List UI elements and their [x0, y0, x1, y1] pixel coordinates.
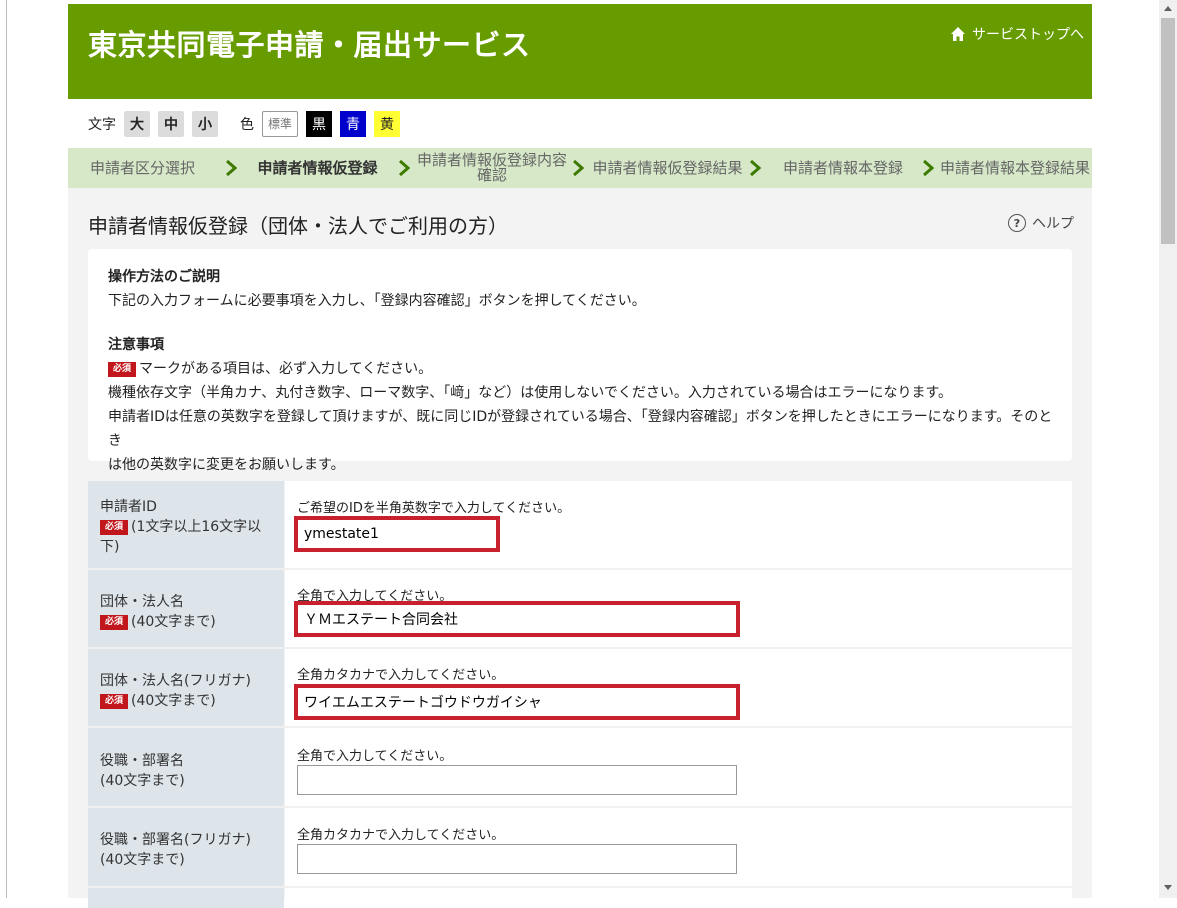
caution-line-4: は他の英数字に変更をお願いします。 [108, 457, 345, 473]
color-black-button[interactable]: 黒 [306, 110, 332, 137]
field-label: 団体・法人名(フリガナ) [100, 673, 251, 689]
caution-title: 注意事項 [108, 337, 164, 353]
field-input-cell: ご希望のIDを半角英数字で入力してください。 [285, 481, 1072, 568]
form-row-department-kana: 役職・部署名(フリガナ) (40文字まで) 全角カタカナで入力してください。 [88, 808, 1072, 886]
font-large-button[interactable]: 大 [124, 110, 150, 137]
home-icon [951, 27, 965, 41]
chevron-right-icon [750, 160, 761, 176]
form-row-next [88, 888, 1072, 908]
step-applicant-type: 申請者区分選択 [89, 158, 195, 177]
font-size-label: 文字 [88, 116, 116, 133]
font-medium-button[interactable]: 中 [158, 110, 184, 137]
field-label-cell: 役職・部署名(フリガナ) (40文字まで) [88, 808, 284, 886]
field-label: 役職・部署名 [100, 753, 184, 769]
field-hint: ご希望のIDを半角英数字で入力してください。 [297, 501, 571, 516]
help-label: ヘルプ [1032, 216, 1074, 232]
field-length-note: (40文字まで) [100, 773, 185, 789]
field-length-note: (40文字まで) [100, 852, 185, 868]
chevron-right-icon [399, 160, 410, 176]
color-yellow-button[interactable]: 黄 [374, 110, 400, 137]
field-input-cell: 全角で入力してください。 [285, 728, 1072, 806]
required-badge: 必須 [100, 519, 128, 535]
vertical-scrollbar[interactable] [1159, 0, 1177, 898]
field-label: 団体・法人名 [100, 594, 184, 610]
field-label-cell: 申請者ID 必須 (1文字以上16文字以 下) [88, 481, 284, 568]
progress-breadcrumb: 申請者区分選択 申請者情報仮登録 申請者情報仮登録内容確認 申請者情報仮登録結果… [68, 148, 1092, 188]
help-link[interactable]: ? ヘルプ [1008, 213, 1074, 233]
help-icon: ? [1008, 214, 1026, 232]
display-controls: 文字 大 中 小 色 標準 黒 青 黄 [68, 99, 1092, 148]
instructions-panel: 操作方法のご説明 下記の入力フォームに必要事項を入力し、「登録内容確認」ボタンを… [88, 249, 1072, 473]
service-top-link[interactable]: サービストップへ [950, 24, 1084, 44]
field-input-cell: 全角カタカナで入力してください。 [285, 808, 1072, 886]
required-badge: 必須 [100, 614, 128, 630]
page-title: 申請者情報仮登録（団体・法人でご利用の方） [88, 214, 508, 238]
chevron-right-icon [923, 160, 934, 176]
field-hint: 全角カタカナで入力してください。 [297, 828, 505, 843]
required-badge: 必須 [108, 361, 136, 377]
page-container: 東京共同電子申請・届出サービス サービストップへ 文字 大 中 小 色 標準 黒… [68, 4, 1092, 908]
scroll-up-icon[interactable] [1164, 6, 1172, 11]
service-top-link-label: サービストップへ [972, 27, 1084, 43]
caution-line-2: 機種依存文字（半角カナ、丸付き数字、ローマ数字、「﨑」など）は使用しないでくださ… [108, 385, 953, 401]
field-label: 申請者ID [100, 499, 157, 515]
step-full-result: 申請者情報本登録結果 [940, 158, 1091, 177]
step-provisional-result: 申請者情報仮登録結果 [592, 158, 743, 177]
scrollbar-thumb[interactable] [1161, 18, 1175, 244]
highlight-box [294, 601, 740, 637]
field-label-cell: 団体・法人名 必須 (40文字まで) [88, 570, 284, 647]
field-hint: 全角で入力してください。 [297, 749, 453, 764]
form-row-applicant-id: 申請者ID 必須 (1文字以上16文字以 下) ご希望のIDを半角英数字で入力して… [88, 481, 1072, 568]
color-standard-button[interactable]: 標準 [262, 110, 298, 137]
chevron-right-icon [226, 160, 237, 176]
site-title: 東京共同電子申請・届出サービス [88, 28, 531, 62]
highlight-box [294, 684, 740, 720]
field-length-note: (40文字まで) [131, 693, 216, 709]
step-provisional-registration: 申請者情報仮登録 [257, 158, 378, 177]
step-full-registration: 申請者情報本登録 [782, 158, 903, 177]
field-hint: 全角カタカナで入力してください。 [297, 668, 505, 683]
field-length-note-cont: 下) [100, 539, 120, 555]
highlight-box [294, 516, 500, 552]
chevron-right-icon [573, 160, 584, 176]
field-label: 役職・部署名(フリガナ) [100, 832, 251, 848]
color-label: 色 [240, 116, 254, 133]
form-row-org-name-kana: 団体・法人名(フリガナ) 必須 (40文字まで) 全角カタカナで入力してください。 [88, 649, 1072, 726]
department-kana-input[interactable] [297, 844, 737, 874]
field-length-note: (1文字以上16文字以 [131, 519, 262, 535]
field-input-cell: 全角カタカナで入力してください。 [285, 649, 1072, 726]
how-to-title: 操作方法のご説明 [108, 269, 220, 285]
required-badge: 必須 [100, 693, 128, 709]
form-row-department: 役職・部署名 (40文字まで) 全角で入力してください。 [88, 728, 1072, 806]
field-label-cell: 役職・部署名 (40文字まで) [88, 728, 284, 806]
color-blue-button[interactable]: 青 [340, 110, 366, 137]
field-input-cell: 全角で入力してください。 [285, 570, 1072, 647]
field-length-note: (40文字まで) [131, 614, 216, 630]
font-small-button[interactable]: 小 [192, 110, 218, 137]
window-left-edge [0, 0, 7, 898]
form-row-org-name: 団体・法人名 必須 (40文字まで) 全角で入力してください。 [88, 570, 1072, 647]
caution-line-3: 申請者IDは任意の英数字を登録して頂けますが、既に同じIDが登録されている場合、… [108, 409, 1053, 449]
caution-line-1: 必須 マークがある項目は、必ず入力してください。 [108, 357, 1058, 381]
scroll-down-icon[interactable] [1164, 885, 1172, 890]
site-header: 東京共同電子申請・届出サービス サービストップへ [68, 4, 1092, 99]
how-to-text: 下記の入力フォームに必要事項を入力し、「登録内容確認」ボタンを押してください。 [108, 293, 646, 309]
step-provisional-confirm: 申請者情報仮登録内容確認 [416, 151, 567, 184]
field-label-cell: 団体・法人名(フリガナ) 必須 (40文字まで) [88, 649, 284, 726]
department-input[interactable] [297, 765, 737, 795]
